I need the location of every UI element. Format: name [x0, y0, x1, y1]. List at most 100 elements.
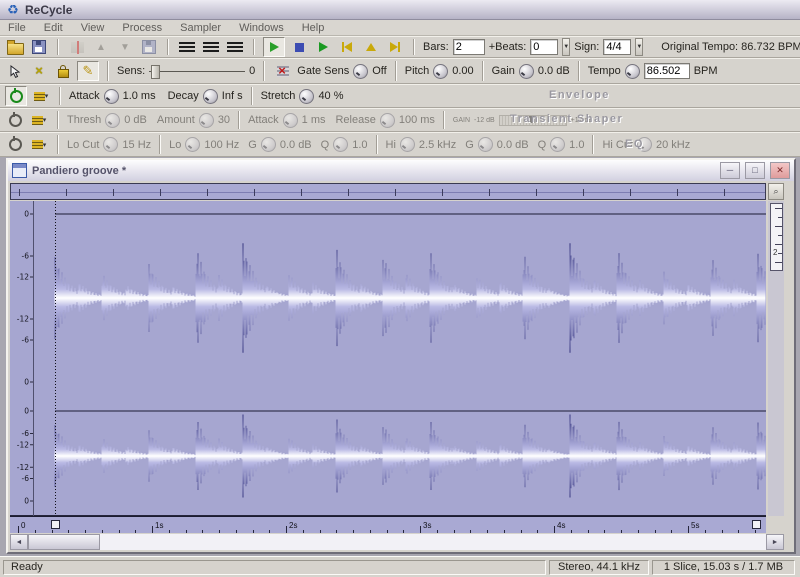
save-button[interactable]	[29, 38, 49, 56]
status-format: Stereo, 44.1 kHz	[549, 559, 649, 575]
bars-label: Bars:	[423, 41, 449, 53]
waveform-display[interactable]: 0 0 -6 -6 -12 -12 0 0 -6 -6 -12 -12	[10, 201, 766, 516]
ruler-tick	[202, 530, 204, 533]
restore-button[interactable]: □	[745, 162, 765, 179]
scroll-right-button[interactable]: ►	[766, 534, 784, 550]
ruler-label: 1s	[155, 521, 164, 530]
menu-file[interactable]: File	[8, 22, 26, 34]
pencil-tool-button[interactable]: ✎	[77, 61, 99, 81]
right-locator-handle[interactable]	[752, 520, 761, 529]
go-to-end-button[interactable]	[385, 38, 405, 56]
ruler-label: 0	[21, 521, 26, 530]
minimize-button[interactable]: ─	[720, 162, 740, 179]
remove-marker-button[interactable]: ▼	[115, 38, 135, 56]
amount-knob[interactable]	[198, 112, 214, 128]
lo-q-knob[interactable]	[333, 137, 349, 152]
env-attack-value: 1.0 ms	[122, 90, 156, 102]
arrow-tool-button[interactable]	[5, 62, 25, 80]
hi-q-knob[interactable]	[550, 137, 566, 152]
ruler-tick	[403, 530, 405, 533]
hi-gain-knob[interactable]	[477, 137, 493, 152]
lo-value: 100 Hz	[204, 138, 240, 151]
menu-process[interactable]: Process	[122, 22, 162, 34]
ruler-tick	[219, 530, 220, 533]
vertical-zoom-widget[interactable]: 2	[770, 203, 783, 271]
sens-slider[interactable]	[149, 64, 246, 79]
mute-tool-button[interactable]: ×	[29, 62, 49, 80]
pitch-knob[interactable]	[433, 63, 449, 79]
menu-help[interactable]: Help	[302, 22, 325, 34]
amount-value: 30	[217, 114, 231, 126]
scroll-left-button[interactable]: ◄	[10, 534, 28, 550]
left-locator-handle[interactable]	[51, 520, 60, 529]
envelope-preset-button[interactable]: ▾	[31, 87, 51, 105]
lock-tool-button[interactable]	[53, 62, 73, 80]
separator	[481, 61, 484, 81]
eq-preset-button[interactable]: ▾	[29, 136, 49, 154]
locut-knob[interactable]	[103, 137, 119, 152]
bars-input[interactable]	[452, 39, 485, 55]
overview-tick	[583, 189, 584, 196]
eq-power-button[interactable]	[5, 136, 25, 154]
sign-value[interactable]: 4/4	[603, 39, 632, 55]
preview-icon	[269, 42, 279, 52]
menu-edit[interactable]: Edit	[44, 22, 63, 34]
gate-mute-button[interactable]	[273, 62, 293, 80]
titlebar[interactable]: ♻ ReCycle	[0, 0, 800, 20]
hi-freq-knob[interactable]	[399, 137, 415, 152]
envelope-power-button[interactable]	[5, 86, 27, 106]
stop-button[interactable]	[289, 38, 309, 56]
thresh-knob[interactable]	[105, 112, 121, 128]
view-mode-2-button[interactable]	[201, 38, 221, 56]
overview-zoom-button[interactable]: ⌕	[768, 183, 784, 200]
scrollbar-track[interactable]	[100, 534, 766, 550]
ruler-tick	[721, 530, 723, 533]
export-button[interactable]	[139, 38, 159, 56]
tempo-input[interactable]	[643, 63, 690, 79]
waveform-canvas[interactable]: 0 0 -6 -6 -12 -12 0 0 -6 -6 -12 -12	[10, 201, 766, 516]
stretch-knob[interactable]	[299, 88, 315, 104]
waveform-path-right	[54, 414, 766, 498]
waveform-path-left	[54, 243, 766, 353]
preview-toggle-button[interactable]	[263, 37, 285, 57]
gain-knob[interactable]	[518, 63, 534, 79]
close-button[interactable]: ✕	[770, 162, 790, 179]
sens-slider-thumb[interactable]	[151, 64, 161, 79]
release-knob[interactable]	[379, 112, 395, 128]
env-decay-knob[interactable]	[202, 88, 218, 104]
db-scale-label: 0	[24, 210, 29, 219]
ts-attack-knob[interactable]	[282, 112, 298, 128]
menu-windows[interactable]: Windows	[239, 22, 284, 34]
beats-value[interactable]: 0	[530, 39, 559, 55]
view-mode-1-button[interactable]	[177, 38, 197, 56]
ruler-tick	[135, 530, 137, 533]
menu-sampler[interactable]: Sampler	[180, 22, 221, 34]
menu-view[interactable]: View	[81, 22, 105, 34]
add-marker-button[interactable]: ▲	[91, 38, 111, 56]
play-button[interactable]	[313, 38, 333, 56]
play-icon	[318, 42, 328, 52]
slice-point-button[interactable]	[67, 38, 87, 56]
lo-q-label: Q	[320, 138, 330, 151]
go-to-start-button[interactable]	[337, 38, 357, 56]
transient-power-button[interactable]	[5, 111, 25, 129]
locut-value: 15 Hz	[122, 138, 152, 151]
gate-sens-knob[interactable]	[353, 63, 369, 79]
go-to-end-icon	[398, 42, 400, 52]
view-mode-3-button[interactable]	[225, 38, 245, 56]
scrollbar-thumb[interactable]	[28, 534, 100, 550]
open-button[interactable]	[5, 38, 25, 56]
lo-freq-knob[interactable]	[185, 137, 201, 152]
transient-preset-button[interactable]: ▾	[29, 111, 49, 129]
lo-gain-knob[interactable]	[260, 137, 276, 152]
document-titlebar[interactable]: Pandiero groove * ─ □ ✕	[8, 160, 794, 181]
overview-strip[interactable]	[10, 183, 766, 200]
tempo-knob[interactable]	[624, 63, 640, 79]
ruler-tick	[704, 530, 706, 533]
loop-button[interactable]	[361, 38, 381, 56]
overview-tick	[724, 189, 725, 196]
env-attack-knob[interactable]	[103, 88, 119, 104]
beats-dropdown-button[interactable]: ▼	[562, 38, 571, 56]
horizontal-scrollbar[interactable]: ◄ ►	[10, 534, 784, 550]
sign-dropdown-button[interactable]: ▼	[635, 38, 644, 56]
